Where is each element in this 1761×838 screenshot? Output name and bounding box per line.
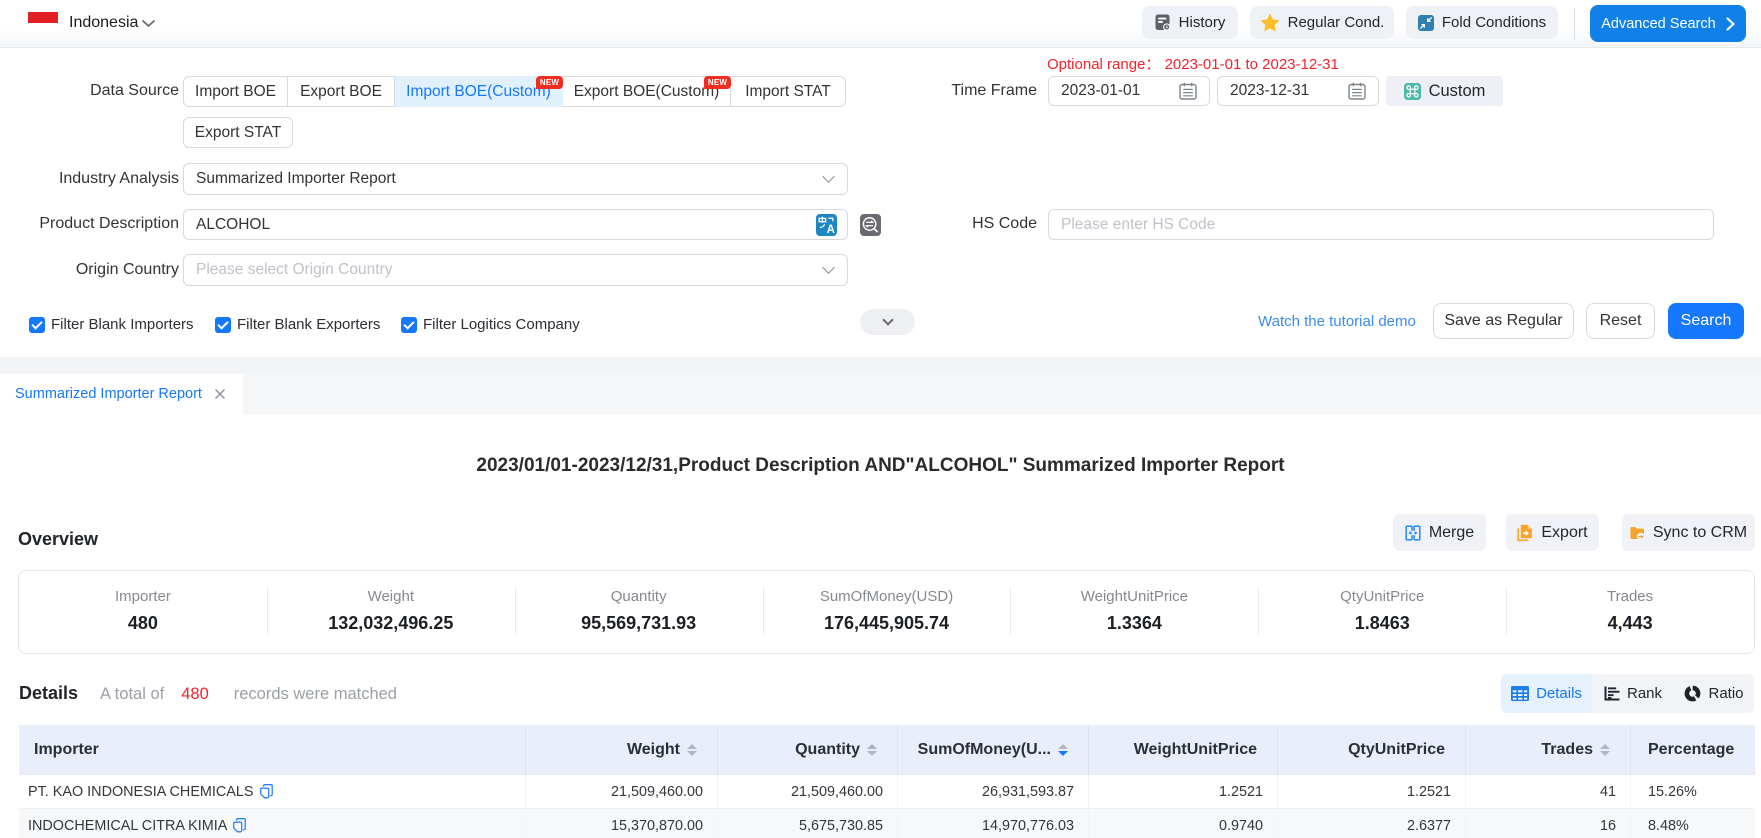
- svg-text:A: A: [827, 224, 835, 236]
